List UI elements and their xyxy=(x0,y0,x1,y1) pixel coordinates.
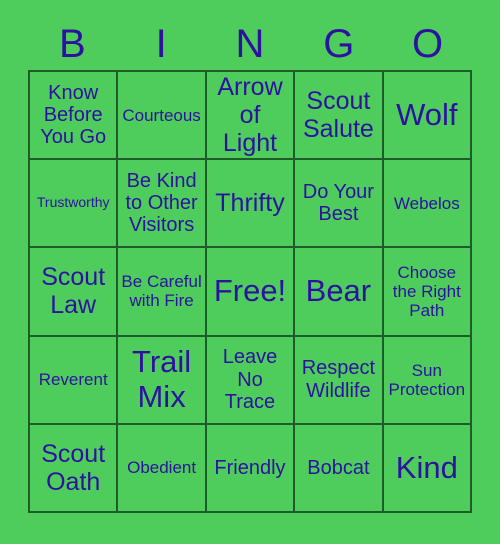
bingo-header-letter-n: N xyxy=(235,22,265,66)
bingo-cell-r4c5[interactable]: Sun Protection xyxy=(383,336,472,425)
bingo-cell-r2c3[interactable]: Thrifty xyxy=(206,160,296,249)
bingo-cell-label: Free! xyxy=(213,273,287,309)
bingo-cell-label: Do Your Best xyxy=(302,180,374,226)
bingo-cell-label: Friendly xyxy=(214,456,286,479)
bingo-cell-r5c4[interactable]: Bobcat xyxy=(295,424,384,513)
bingo-cell-label: Leave No Trace xyxy=(222,346,278,413)
bingo-header-row: BINGO xyxy=(28,18,472,70)
bingo-cell-r3c4[interactable]: Bear xyxy=(295,248,384,337)
bingo-cell-label: Arrow of Light xyxy=(217,73,283,158)
bingo-cell-r4c1[interactable]: Reverent xyxy=(30,336,119,425)
bingo-cell-label: Thrifty xyxy=(215,189,285,218)
bingo-cell-label: Webelos xyxy=(393,193,460,213)
bingo-header-letter-b: B xyxy=(59,22,86,66)
bingo-cell-label: Be Kind to Other Visitors xyxy=(125,169,198,237)
bingo-cell-label: Reverent xyxy=(38,370,108,390)
bingo-card: B I N G O Know Before You Go Courteous Arrow o… xyxy=(0,0,500,544)
bingo-cell-r2c4[interactable]: Do Your Best xyxy=(295,160,384,249)
bingo-cell-label: Bobcat xyxy=(307,456,370,479)
bingo-cell-r2c1[interactable]: Trustworthy xyxy=(30,160,119,249)
bingo-cell-label: Wolf xyxy=(396,96,458,132)
bingo-cell-label: Trail Mix xyxy=(132,343,192,414)
bingo-cell-r4c2[interactable]: Trail Mix xyxy=(118,336,207,425)
bingo-header-letter-g: G xyxy=(323,22,355,66)
bingo-cell-label: Courteous xyxy=(122,105,201,125)
bingo-cell-label: Scout Law xyxy=(41,263,106,320)
bingo-cell-r1c3[interactable]: Arrow of Light xyxy=(206,72,296,161)
bingo-cell-label: Kind xyxy=(395,449,458,485)
bingo-cell-r5c1[interactable]: Scout Oath xyxy=(30,424,119,513)
bingo-cell-label: Be Careful with Fire xyxy=(121,272,202,311)
bingo-cell-r5c3[interactable]: Friendly xyxy=(206,424,296,513)
bingo-cell-r1c4[interactable]: Scout Salute xyxy=(295,72,384,161)
bingo-cell-label: Choose the Right Path xyxy=(392,262,461,320)
bingo-grid: Know Before You Go Courteous Arrow of Ligh… xyxy=(28,70,472,513)
bingo-cell-label: Respect Wildlife xyxy=(301,357,376,402)
bingo-header-letter-i: I xyxy=(155,22,167,66)
bingo-cell-r1c1[interactable]: Know Before You Go xyxy=(30,72,119,161)
bingo-cell-label: Know Before You Go xyxy=(40,81,107,149)
bingo-cell-label: Scout Salute xyxy=(302,87,374,144)
bingo-cell-r3c2[interactable]: Be Careful with Fire xyxy=(118,248,207,337)
bingo-cell-r5c2[interactable]: Obedient xyxy=(118,424,207,513)
bingo-cell-label: Obedient xyxy=(127,458,197,478)
bingo-cell-label: Trustworthy xyxy=(36,194,110,211)
bingo-cell-r2c5[interactable]: Webelos xyxy=(383,160,472,249)
bingo-header-letter-o: O xyxy=(412,22,444,66)
bingo-cell-r3c1[interactable]: Scout Law xyxy=(30,248,119,337)
bingo-cell-label: Scout Oath xyxy=(41,439,106,496)
bingo-cell-label: Sun Protection xyxy=(388,360,466,399)
bingo-cell-r1c5[interactable]: Wolf xyxy=(383,72,472,161)
bingo-cell-r2c2[interactable]: Be Kind to Other Visitors xyxy=(118,160,207,249)
bingo-cell-r4c4[interactable]: Respect Wildlife xyxy=(295,336,384,425)
bingo-cell-r3c5[interactable]: Choose the Right Path xyxy=(383,248,472,337)
bingo-cell-r1c2[interactable]: Courteous xyxy=(118,72,207,161)
bingo-cell-label: Bear xyxy=(305,273,372,309)
bingo-cell-r3c3[interactable]: Free! xyxy=(206,248,296,337)
bingo-cell-r5c5[interactable]: Kind xyxy=(383,424,472,513)
bingo-cell-r4c3[interactable]: Leave No Trace xyxy=(206,336,296,425)
